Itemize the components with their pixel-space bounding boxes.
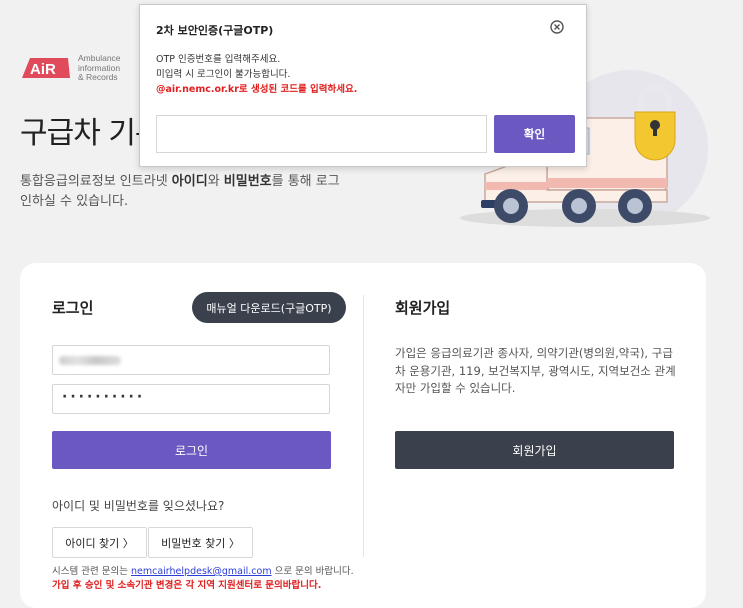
column-divider xyxy=(363,295,364,557)
modal-message: OTP 인증번호를 입력해주세요. 미입력 시 로그인이 불가능합니다. @ai… xyxy=(156,54,358,95)
logo-caption: Ambulance information & Records xyxy=(78,53,121,82)
approval-notice: 가입 후 승인 및 소속기관 변경은 각 지역 지원센터로 문의바랍니다. xyxy=(52,580,322,591)
manual-download-button[interactable]: 매뉴얼 다운로드(구글OTP) xyxy=(192,292,346,323)
modal-title: 2차 보안인증(구글OTP) xyxy=(156,24,274,37)
login-button[interactable]: 로그인 xyxy=(52,431,331,469)
contact-note: 시스템 관련 문의는 nemcairhelpdesk@gmail.com 으로 … xyxy=(52,566,354,577)
id-input[interactable] xyxy=(52,345,330,375)
otp-input[interactable] xyxy=(156,115,487,153)
find-password-button[interactable]: 비밀번호 찾기 〉 xyxy=(148,527,253,558)
signup-title: 회원가입 xyxy=(395,299,451,317)
login-title: 로그인 xyxy=(52,299,94,317)
signup-description: 가입은 응급의료기관 종사자, 의약기관(병의원,약국), 구급차 운용기관, … xyxy=(395,346,676,395)
svg-text:AiR: AiR xyxy=(30,61,56,78)
blurred-user-id xyxy=(59,356,121,365)
contact-email-link[interactable]: nemcairhelpdesk@gmail.com xyxy=(131,566,272,577)
find-id-button[interactable]: 아이디 찾기 〉 xyxy=(52,527,147,558)
page-description: 통합응급의료정보 인트라넷 아이디와 비밀번호를 통해 로그인하실 수 있습니다… xyxy=(20,174,340,209)
confirm-button[interactable]: 확인 xyxy=(494,115,575,153)
air-logo: AiR Ambulance information & Records xyxy=(20,52,130,82)
password-mask: ·········· xyxy=(62,389,146,405)
close-icon[interactable] xyxy=(549,19,565,35)
air-logo-mark: AiR xyxy=(22,58,70,78)
forgot-credentials-text: 아이디 및 비밀번호를 잊으셨나요? xyxy=(52,499,225,513)
login-card: 로그인 매뉴얼 다운로드(구글OTP) ·········· 로그인 아이디 및… xyxy=(20,263,706,608)
otp-modal: 2차 보안인증(구글OTP) OTP 인증번호를 입력해주세요. 미입력 시 로… xyxy=(139,4,587,167)
password-input[interactable]: ·········· xyxy=(52,384,330,414)
signup-button[interactable]: 회원가입 xyxy=(395,431,674,469)
modal-warning: @air.nemc.or.kr로 생성된 코드를 입력하세요. xyxy=(156,84,358,95)
